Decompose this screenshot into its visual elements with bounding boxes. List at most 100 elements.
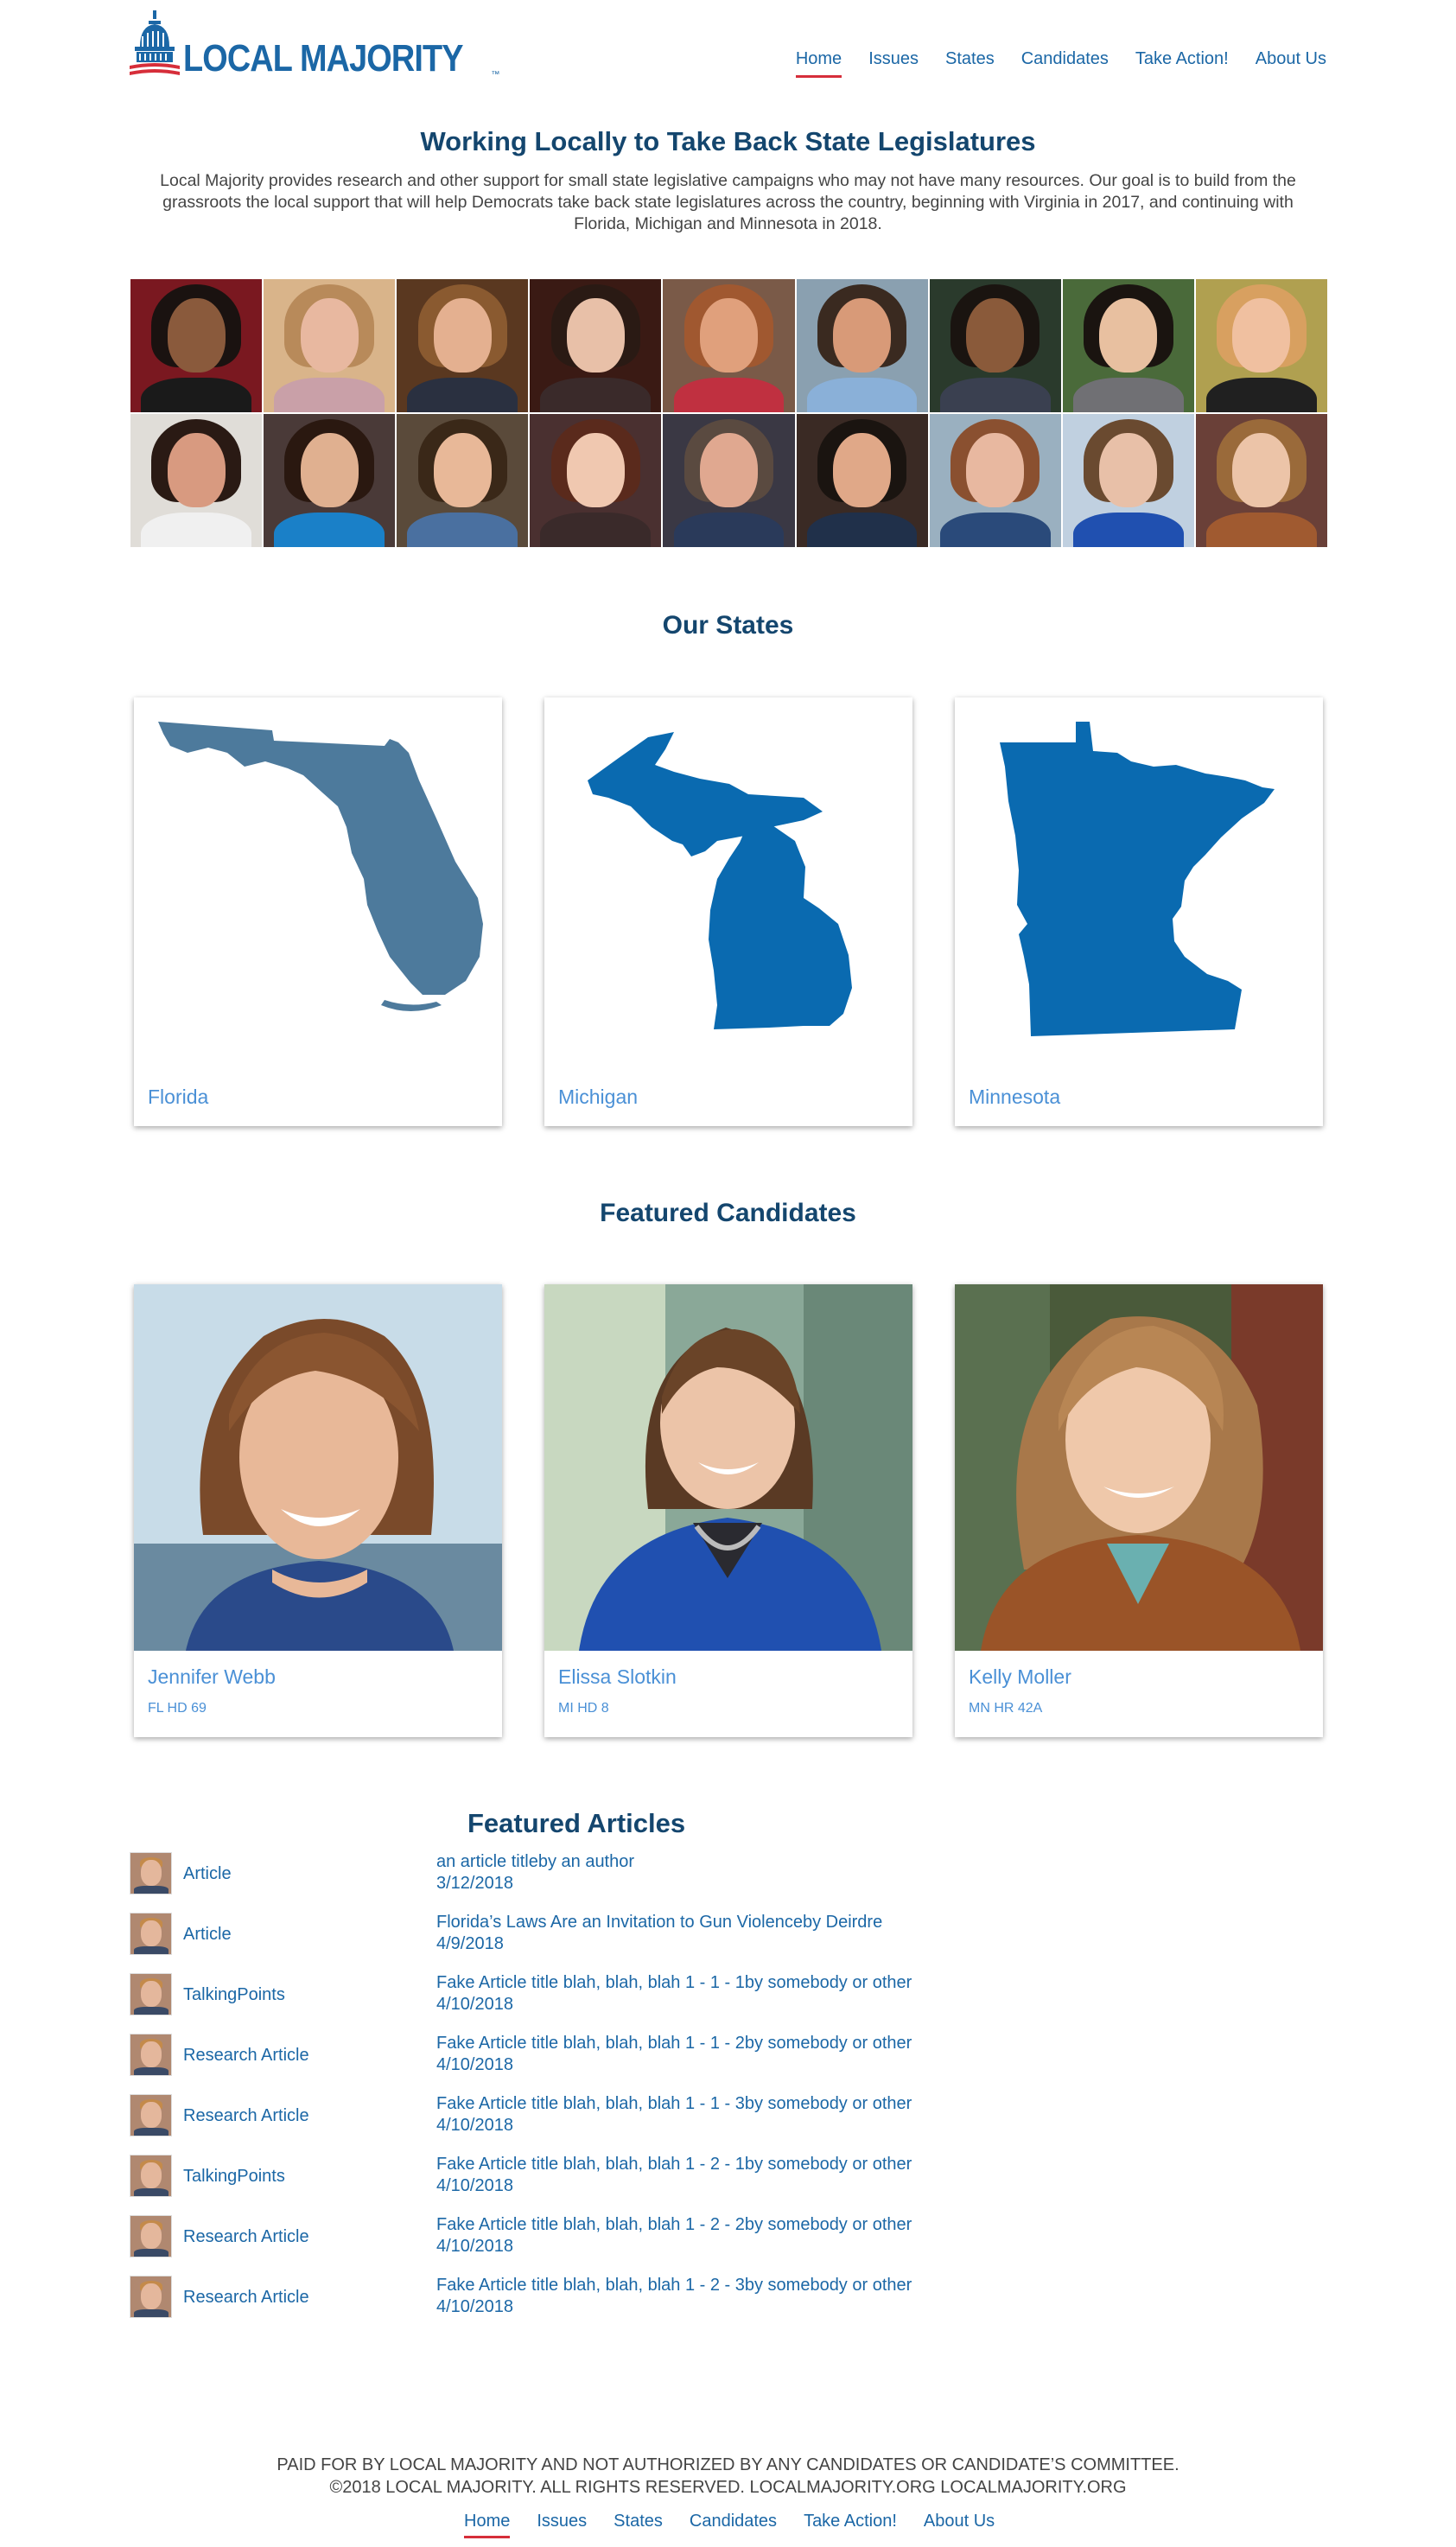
article-title[interactable]: Fake Article title blah, blah, blah 1 - … (436, 2214, 912, 2236)
candidate-photo (134, 1284, 502, 1651)
capitol-dome-icon (130, 10, 180, 80)
candidate-card[interactable]: Jennifer Webb FL HD 69 (134, 1284, 502, 1737)
article-title[interactable]: an article titleby an author (436, 1851, 634, 1873)
intro-title: Working Locally to Take Back State Legis… (420, 126, 1036, 156)
nav-states[interactable]: States (945, 49, 995, 69)
nav-take-action[interactable]: Take Action! (1135, 49, 1229, 69)
footer-nav-about-us[interactable]: About Us (924, 2512, 995, 2531)
article-row[interactable]: Research Article Fake Article title blah,… (130, 2034, 994, 2082)
article-type-link[interactable]: Article (183, 1864, 232, 1884)
candidate-district: FL HD 69 (148, 1701, 207, 1716)
article-info[interactable]: Fake Article title blah, blah, blah 1 - … (436, 2093, 912, 2136)
article-type-link[interactable]: Research Article (183, 2046, 309, 2066)
site-header: LOCAL MAJORITY ™ Home Issues States Cand… (130, 0, 1326, 86)
candidate-card[interactable]: Elissa Slotkin MI HD 8 (544, 1284, 912, 1737)
article-date: 4/10/2018 (436, 2237, 513, 2256)
article-info[interactable]: Fake Article title blah, blah, blah 1 - … (436, 2275, 912, 2318)
article-type-link[interactable]: TalkingPoints (183, 1985, 285, 2005)
candidate-portrait (264, 279, 396, 412)
site-logo[interactable]: LOCAL MAJORITY ™ (130, 7, 499, 80)
candidate-district: MN HR 42A (969, 1701, 1043, 1716)
state-name: Minnesota (969, 1086, 1061, 1108)
author-avatar (130, 2155, 172, 2197)
article-row[interactable]: Research Article Fake Article title blah,… (130, 2215, 994, 2264)
article-row[interactable]: TalkingPoints Fake Article title blah, bl… (130, 1973, 994, 2022)
article-row[interactable]: TalkingPoints Fake Article title blah, bl… (130, 2155, 994, 2203)
candidates-section-title: Featured Candidates (600, 1199, 856, 1227)
author-avatar (130, 1913, 172, 1955)
article-info[interactable]: Fake Article title blah, blah, blah 1 - … (436, 2154, 912, 2197)
candidate-portrait (130, 279, 263, 412)
footer-disclaimer: PAID FOR BY LOCAL MAJORITY AND NOT AUTHO… (277, 2455, 1179, 2474)
candidate-photo (955, 1284, 1323, 1651)
florida-map (134, 697, 502, 1078)
article-title[interactable]: Fake Article title blah, blah, blah 1 - … (436, 2033, 912, 2054)
candidate-name: Elissa Slotkin (558, 1665, 677, 1688)
article-title[interactable]: Florida’s Laws Are an Invitation to Gun … (436, 1912, 882, 1933)
candidate-name: Jennifer Webb (148, 1665, 276, 1688)
footer-nav-states[interactable]: States (614, 2512, 663, 2531)
nav-home[interactable]: Home (795, 49, 842, 78)
nav-candidates[interactable]: Candidates (1021, 49, 1109, 69)
michigan-map (544, 697, 912, 1078)
article-info[interactable]: Fake Article title blah, blah, blah 1 - … (436, 1972, 912, 2015)
candidate-portrait (663, 414, 795, 547)
trademark-symbol: ™ (491, 70, 500, 80)
candidate-portrait (530, 279, 662, 412)
articles-section-title: Featured Articles (467, 1808, 686, 1838)
candidate-portrait (397, 414, 529, 547)
candidate-name: Kelly Moller (969, 1665, 1071, 1688)
footer-nav-candidates[interactable]: Candidates (690, 2512, 777, 2531)
nav-about-us[interactable]: About Us (1256, 49, 1326, 69)
state-card-minnesota[interactable]: Minnesota (955, 697, 1323, 1126)
candidate-portrait (1195, 279, 1327, 412)
article-info[interactable]: Fake Article title blah, blah, blah 1 - … (436, 2033, 912, 2076)
minnesota-map (955, 697, 1323, 1078)
article-date: 4/10/2018 (436, 2297, 513, 2316)
state-name: Michigan (558, 1086, 639, 1108)
article-info[interactable]: an article titleby an author 3/12/2018 (436, 1851, 634, 1894)
footer-nav-home[interactable]: Home (464, 2512, 511, 2538)
candidate-card[interactable]: Kelly Moller MN HR 42A (955, 1284, 1323, 1737)
candidate-portrait (264, 414, 396, 547)
candidate-portrait (397, 279, 529, 412)
author-avatar (130, 2215, 172, 2257)
article-info[interactable]: Florida’s Laws Are an Invitation to Gun … (436, 1912, 882, 1955)
intro-text: Local Majority provides research and oth… (160, 171, 1296, 233)
article-row[interactable]: Research Article Fake Article title blah,… (130, 2094, 994, 2143)
state-card-florida[interactable]: Florida (134, 697, 502, 1126)
candidate-portrait (1195, 414, 1327, 547)
candidate-portrait (663, 279, 795, 412)
candidate-portrait (130, 414, 263, 547)
article-type-link[interactable]: TalkingPoints (183, 2167, 285, 2187)
article-date: 4/10/2018 (436, 2116, 513, 2135)
candidate-portrait (1062, 279, 1194, 412)
article-title[interactable]: Fake Article title blah, blah, blah 1 - … (436, 2093, 912, 2115)
nav-issues[interactable]: Issues (868, 49, 919, 69)
state-card-michigan[interactable]: Michigan (544, 697, 912, 1126)
article-type-link[interactable]: Research Article (183, 2227, 309, 2247)
footer-nav: Home Issues States Candidates Take Actio… (464, 2512, 1021, 2538)
article-title[interactable]: Fake Article title blah, blah, blah 1 - … (436, 2275, 912, 2296)
states-section-title: Our States (662, 611, 794, 640)
article-type-link[interactable]: Research Article (183, 2106, 309, 2126)
author-avatar (130, 2034, 172, 2076)
article-row[interactable]: Research Article Fake Article title blah,… (130, 2276, 994, 2324)
footer-nav-take-action[interactable]: Take Action! (804, 2512, 897, 2531)
main-nav: Home Issues States Candidates Take Actio… (769, 49, 1326, 78)
article-type-link[interactable]: Research Article (183, 2288, 309, 2308)
author-avatar (130, 1852, 172, 1894)
logo-wordmark: LOCAL MAJORITY (183, 37, 463, 80)
article-row[interactable]: Article Florida’s Laws Are an Invitation … (130, 1913, 994, 1961)
candidate-photo (544, 1284, 912, 1651)
footer-nav-issues[interactable]: Issues (537, 2512, 587, 2531)
article-info[interactable]: Fake Article title blah, blah, blah 1 - … (436, 2214, 912, 2257)
state-name: Florida (148, 1086, 209, 1108)
article-type-link[interactable]: Article (183, 1925, 232, 1945)
article-title[interactable]: Fake Article title blah, blah, blah 1 - … (436, 2154, 912, 2175)
article-date: 4/10/2018 (436, 2176, 513, 2195)
article-row[interactable]: Article an article titleby an author 3/12/… (130, 1852, 994, 1901)
article-title[interactable]: Fake Article title blah, blah, blah 1 - … (436, 1972, 912, 1994)
candidate-portrait (796, 414, 928, 547)
author-avatar (130, 2094, 172, 2136)
